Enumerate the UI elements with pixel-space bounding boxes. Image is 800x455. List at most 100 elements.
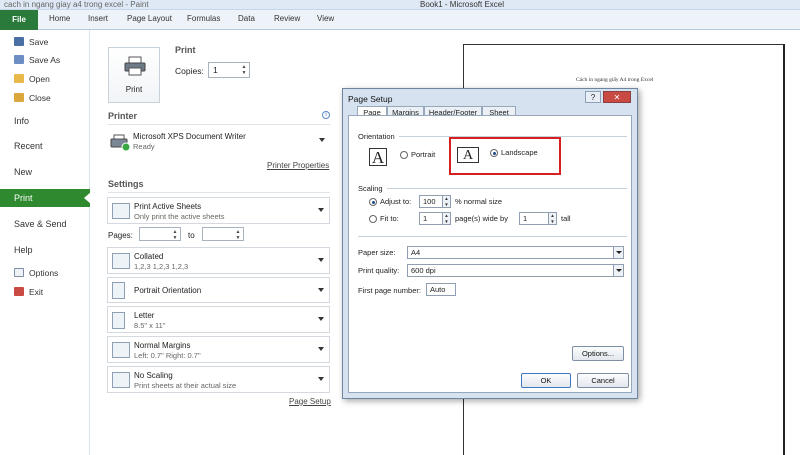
- portrait-page-icon: [112, 282, 125, 299]
- adjust-to-label: Adjust to:: [380, 197, 412, 206]
- nav-save-send[interactable]: Save & Send: [0, 215, 90, 233]
- portrait-preview-icon: A: [369, 148, 387, 167]
- tab-review[interactable]: Review: [274, 14, 300, 23]
- close-button[interactable]: ✕: [603, 91, 631, 103]
- print-what-dropdown[interactable]: Print Active Sheets Only print the activ…: [107, 197, 330, 224]
- collated-dropdown[interactable]: Collated 1,2,3 1,2,3 1,2,3: [107, 247, 330, 274]
- printer-properties-link[interactable]: Printer Properties: [267, 161, 329, 170]
- portrait-radio[interactable]: [400, 151, 408, 159]
- chevron-down-icon: [318, 258, 324, 262]
- nav-info[interactable]: Info: [0, 112, 90, 130]
- fit-tall-input[interactable]: 1: [519, 212, 549, 225]
- save-as-icon: [14, 55, 24, 64]
- chevron-down-icon: [319, 138, 325, 142]
- chevron-down-icon: [318, 288, 324, 292]
- scaling-group-label: Scaling: [358, 184, 383, 193]
- tab-home[interactable]: Home: [49, 14, 70, 23]
- tab-formulas[interactable]: Formulas: [187, 14, 220, 23]
- scaling-dropdown[interactable]: No Scaling Print sheets at their actual …: [107, 366, 330, 393]
- info-icon[interactable]: i: [322, 111, 330, 119]
- backstage-nav: Save Save As Open Close Info Recent New …: [0, 30, 91, 455]
- margins-icon: [112, 342, 130, 358]
- collated-icon: [112, 253, 130, 269]
- tab-data[interactable]: Data: [238, 14, 255, 23]
- settings-heading: Settings: [108, 179, 144, 189]
- paper-size-label: Paper size:: [358, 248, 396, 257]
- margins-dropdown[interactable]: Normal Margins Left: 0.7" Right: 0.7": [107, 336, 330, 363]
- print-settings-panel: Print Print Copies: 1 ▲ ▼ Printer i Micro…: [90, 30, 340, 455]
- pages-to-spinner[interactable]: ▲ ▼: [234, 229, 242, 241]
- divider: [108, 124, 330, 125]
- print-heading: Print: [175, 45, 196, 55]
- ribbon-tabs: File Home Insert Page Layout Formulas Da…: [0, 10, 800, 30]
- adjust-to-spinner[interactable]: ▲ ▼: [443, 195, 451, 208]
- window-title: Book1 - Microsoft Excel: [420, 0, 505, 9]
- options-button[interactable]: Options...: [572, 346, 624, 361]
- nav-new[interactable]: New: [0, 163, 90, 181]
- chevron-down-icon: [318, 208, 324, 212]
- nav-save[interactable]: Save: [0, 33, 90, 51]
- divider: [108, 192, 330, 193]
- tab-insert[interactable]: Insert: [88, 14, 108, 23]
- printer-heading: Printer: [108, 111, 138, 121]
- print-quality-select[interactable]: 600 dpi: [407, 264, 624, 277]
- nav-exit[interactable]: Exit: [0, 283, 90, 301]
- exit-icon: [14, 287, 24, 296]
- copies-input[interactable]: 1 ▲ ▼: [208, 62, 250, 78]
- copies-spinner[interactable]: ▲ ▼: [240, 64, 248, 76]
- scaling-icon: [112, 372, 130, 388]
- fit-wide-spinner[interactable]: ▲ ▼: [443, 212, 451, 225]
- tall-label: tall: [561, 214, 571, 223]
- page-setup-dialog: Page Setup ? ✕ Page Margins Header/Foote…: [342, 88, 638, 399]
- nav-help[interactable]: Help: [0, 241, 90, 259]
- ok-button[interactable]: OK: [521, 373, 571, 388]
- paper-size-select[interactable]: A4: [407, 246, 624, 259]
- nav-options[interactable]: Options: [0, 264, 90, 282]
- adjust-to-input[interactable]: 100: [419, 195, 443, 208]
- dialog-title: Page Setup: [348, 94, 393, 104]
- title-bar: cach in ngang giay a4 trong excel - Pain…: [0, 0, 800, 10]
- cancel-button[interactable]: Cancel: [577, 373, 629, 388]
- tab-file[interactable]: File: [0, 10, 38, 30]
- pages-to-input[interactable]: ▲ ▼: [202, 227, 244, 241]
- help-button[interactable]: ?: [585, 91, 601, 103]
- normal-size-label: % normal size: [455, 197, 503, 206]
- divider: [387, 188, 627, 189]
- portrait-label: Portrait: [411, 150, 436, 159]
- printer-icon: [124, 56, 146, 76]
- sheets-icon: [112, 203, 130, 219]
- tab-view[interactable]: View: [317, 14, 334, 23]
- printer-status: Ready: [133, 142, 155, 151]
- paper-size-dropdown[interactable]: Letter 8.5" x 11": [107, 306, 330, 333]
- page-setup-link[interactable]: Page Setup: [289, 397, 331, 406]
- adjust-to-radio[interactable]: [369, 198, 377, 206]
- copies-label: Copies:: [175, 66, 204, 76]
- first-page-number-label: First page number:: [358, 286, 421, 295]
- page-icon: [112, 312, 125, 329]
- orientation-group-label: Orientation: [358, 132, 395, 141]
- printer-dropdown[interactable]: Microsoft XPS Document Writer Ready: [107, 128, 330, 156]
- pages-from-input[interactable]: ▲ ▼: [139, 227, 181, 241]
- nav-save-as[interactable]: Save As: [0, 51, 90, 69]
- chevron-down-icon: [318, 317, 324, 321]
- landscape-highlight-box: [449, 137, 561, 175]
- orientation-dropdown[interactable]: Portrait Orientation: [107, 277, 330, 303]
- fit-to-radio[interactable]: [369, 215, 377, 223]
- print-quality-label: Print quality:: [358, 266, 400, 275]
- pages-from-spinner[interactable]: ▲ ▼: [171, 229, 179, 241]
- preview-cell-text: Cách in ngang giấy A4 trong Excel: [576, 77, 654, 83]
- nav-recent[interactable]: Recent: [0, 137, 90, 155]
- printer-ready-icon: [110, 134, 131, 152]
- fit-tall-spinner[interactable]: ▲ ▼: [549, 212, 557, 225]
- pages-label: Pages:: [108, 231, 133, 240]
- fit-wide-input[interactable]: 1: [419, 212, 443, 225]
- folder-open-icon: [14, 74, 24, 83]
- nav-close[interactable]: Close: [0, 89, 90, 107]
- print-button[interactable]: Print: [108, 47, 160, 103]
- chevron-down-icon: [613, 265, 623, 276]
- quick-access-toolbar[interactable]: cach in ngang giay a4 trong excel - Pain…: [4, 0, 149, 9]
- nav-open[interactable]: Open: [0, 70, 90, 88]
- tab-page-layout[interactable]: Page Layout: [127, 14, 172, 23]
- nav-print[interactable]: Print: [0, 189, 91, 207]
- first-page-number-input[interactable]: Auto: [426, 283, 456, 296]
